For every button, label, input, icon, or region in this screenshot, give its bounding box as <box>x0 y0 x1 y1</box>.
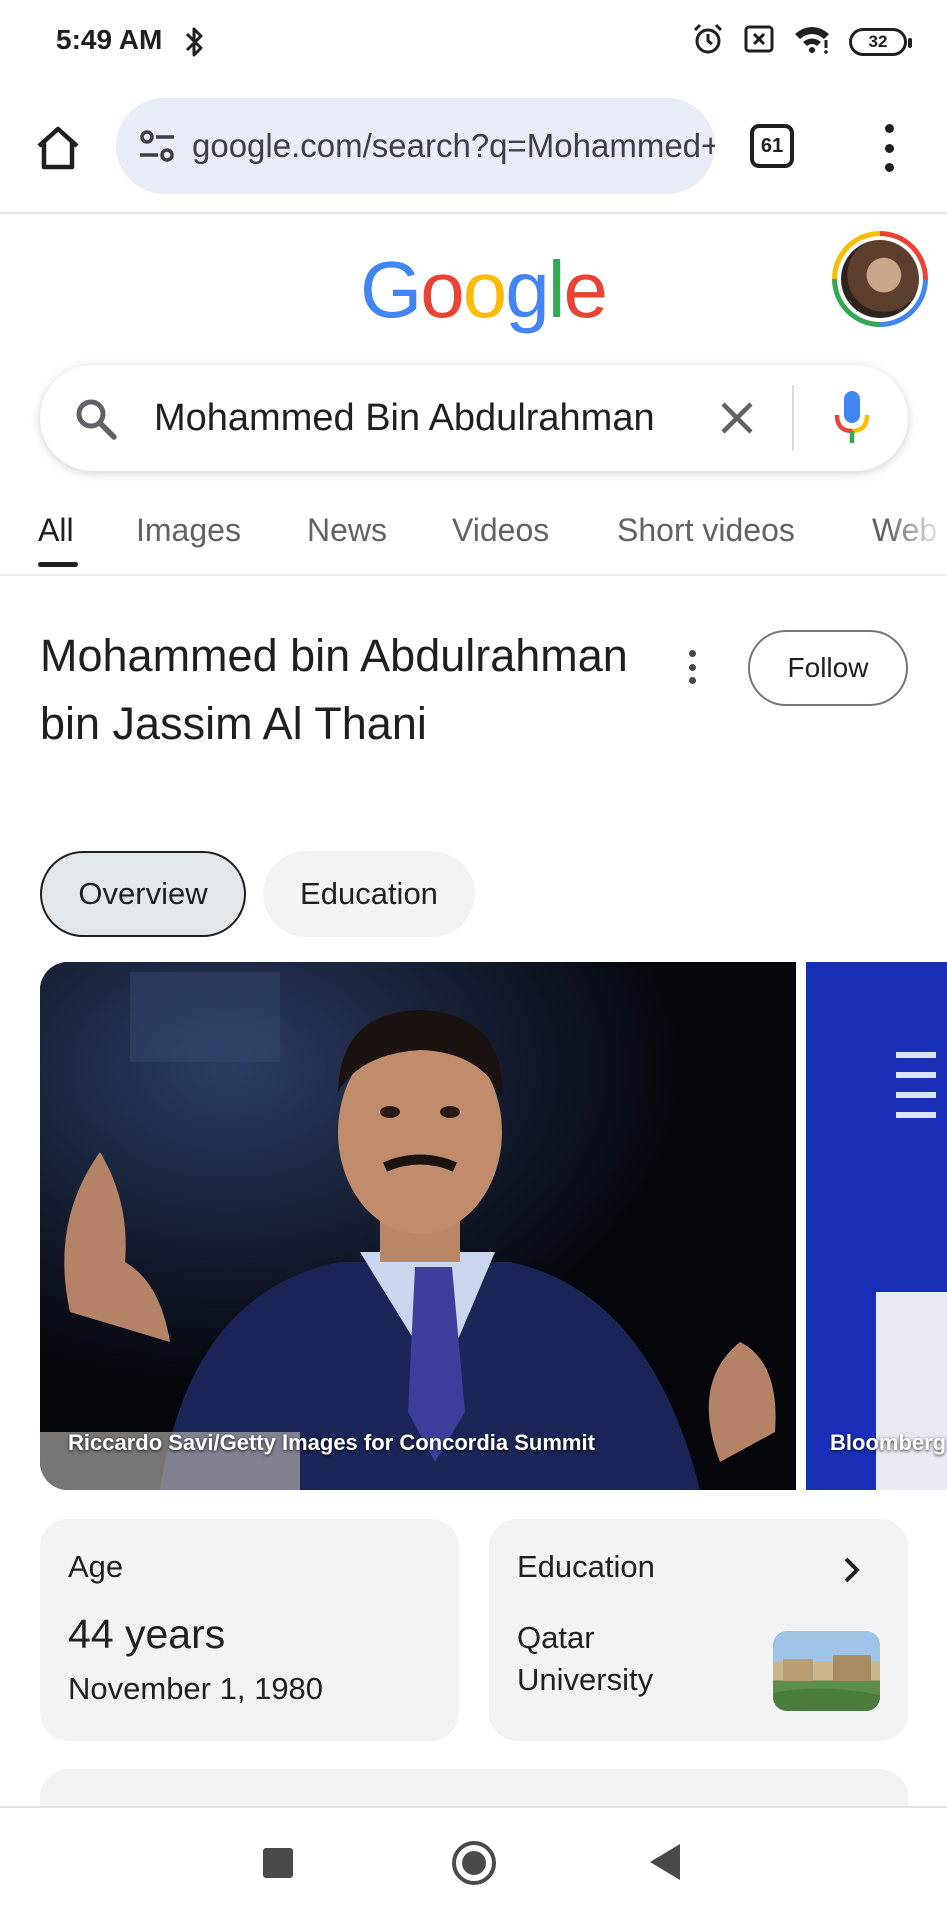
education-value: Qatar University <box>517 1620 654 1697</box>
age-value: 44 years <box>68 1611 226 1657</box>
site-settings-icon[interactable] <box>136 125 178 167</box>
age-label: Age <box>68 1549 124 1584</box>
browser-toolbar: google.com/search?q=Mohammed+Bin+Abdulra… <box>0 84 947 214</box>
system-nav-bar <box>0 1806 947 1920</box>
logo-letter: G <box>360 245 422 334</box>
person-photo <box>40 962 796 1490</box>
mic-icon[interactable] <box>832 389 872 452</box>
avatar-photo <box>841 240 919 318</box>
tab-news[interactable]: News <box>307 512 387 549</box>
logo-letter: o <box>462 245 507 334</box>
recents-icon[interactable] <box>263 1848 293 1878</box>
active-tab-indicator <box>38 562 78 567</box>
battery-icon: 32 <box>849 27 912 56</box>
address-bar[interactable]: google.com/search?q=Mohammed+Bin+Abdulra… <box>116 98 715 194</box>
more-vert-icon[interactable] <box>872 124 906 172</box>
birth-date: November 1, 1980 <box>68 1671 324 1706</box>
image-credit: Bloomberg <box>830 1430 947 1455</box>
search-input[interactable]: Mohammed Bin Abdulrahman <box>154 397 714 440</box>
chip-overview[interactable]: Overview <box>40 851 246 937</box>
education-thumbnail <box>773 1631 880 1711</box>
tab-all[interactable]: All <box>38 512 74 549</box>
status-time: 5:49 AM <box>56 24 163 55</box>
chip-education[interactable]: Education <box>263 851 475 937</box>
account-avatar[interactable] <box>832 231 928 327</box>
event-photo <box>806 962 947 1490</box>
tab-switcher-icon[interactable]: 61 <box>750 124 794 168</box>
status-bar: 5:49 AM 32 <box>0 0 947 84</box>
tab-images[interactable]: Images <box>136 512 241 549</box>
url-text: google.com/search?q=Mohammed+Bin+Abdulra… <box>192 127 715 164</box>
search-filter-tabs: All Images News Videos Short videos Web <box>0 506 947 576</box>
search-box[interactable]: Mohammed Bin Abdulrahman <box>40 365 908 471</box>
next-card <box>40 1769 908 1809</box>
clear-icon[interactable] <box>716 397 758 444</box>
carousel-image[interactable]: Bloomberg <box>806 962 947 1490</box>
more-options-icon[interactable] <box>682 650 702 684</box>
search-icon[interactable] <box>72 395 120 448</box>
home-button[interactable] <box>30 120 86 176</box>
logo-letter: l <box>547 245 566 334</box>
tab-count: 61 <box>760 134 784 157</box>
education-card[interactable]: Education Qatar University <box>489 1519 908 1741</box>
tab-short-videos[interactable]: Short videos <box>617 512 795 549</box>
home-icon[interactable] <box>452 1841 496 1885</box>
tab-videos[interactable]: Videos <box>452 512 549 549</box>
battery-level: 32 <box>868 31 888 51</box>
knowledge-panel-title: Mohammed bin Abdulrahman bin Jassim Al T… <box>40 630 628 749</box>
logo-letter: g <box>505 245 549 334</box>
image-credit: Riccardo Savi/Getty Images for Concordia… <box>68 1430 595 1455</box>
no-sim-icon <box>743 24 775 59</box>
home-icon <box>37 126 79 170</box>
carousel-image[interactable]: Riccardo Savi/Getty Images for Concordia… <box>40 962 796 1490</box>
search-divider <box>792 385 794 451</box>
logo-letter: o <box>420 245 464 334</box>
follow-button[interactable]: Follow <box>748 630 908 706</box>
wifi-icon <box>793 24 831 59</box>
back-icon[interactable] <box>650 1844 680 1880</box>
education-label: Education <box>517 1549 655 1584</box>
alarm-icon <box>691 22 725 61</box>
chevron-right-icon[interactable] <box>837 1555 867 1590</box>
google-logo[interactable]: Google <box>360 244 608 336</box>
logo-letter: e <box>563 245 608 334</box>
age-card[interactable]: Age 44 years November 1, 1980 <box>40 1519 459 1741</box>
bluetooth-icon <box>182 26 208 63</box>
